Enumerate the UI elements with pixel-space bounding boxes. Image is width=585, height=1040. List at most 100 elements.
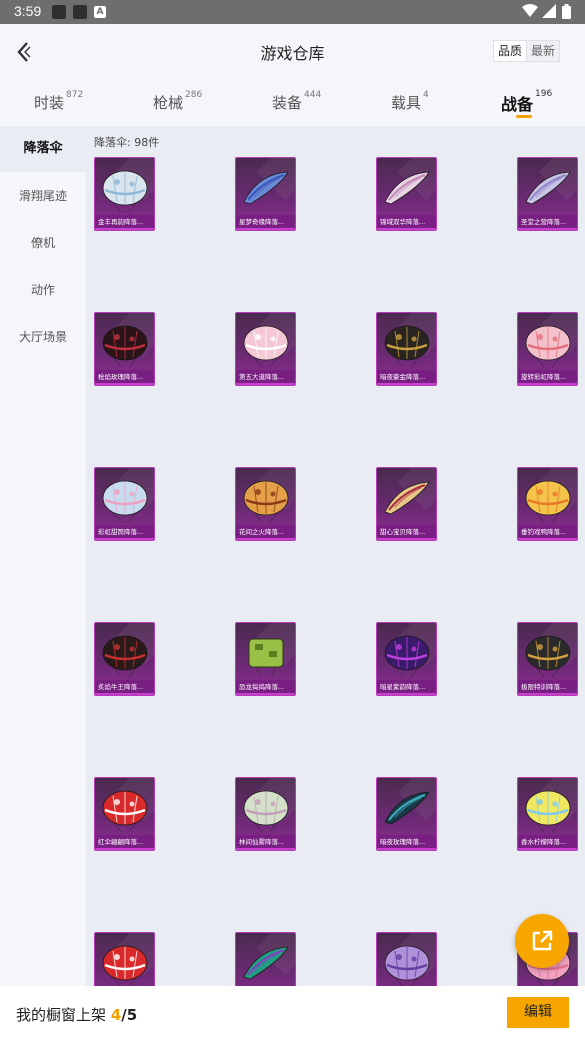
parachute-image: [102, 635, 148, 678]
parachute-item-card[interactable]: 红伞翩翩降落...: [94, 777, 155, 851]
parachute-image: [102, 170, 148, 213]
item-count: 降落伞: 98件: [94, 136, 160, 149]
tab-guns[interactable]: 枪械 286: [153, 90, 203, 113]
parachute-item-card[interactable]: 旋转彩虹降落...: [517, 312, 578, 386]
tab-label: 枪械: [153, 94, 184, 112]
parachute-image: [243, 325, 289, 368]
rarity-bar: [236, 228, 295, 230]
share-fab[interactable]: [515, 914, 569, 968]
parachute-item-card[interactable]: 恐龙捣捣降落...: [235, 622, 296, 696]
tab-vehicles[interactable]: 载具 4: [391, 90, 429, 113]
parachute-image: [243, 946, 289, 980]
rarity-bar: [236, 383, 295, 385]
sort-latest-button[interactable]: 最新: [527, 41, 560, 61]
status-bar: 3:59 A: [0, 0, 585, 24]
parachute-image: [525, 635, 571, 678]
parachute-item-card[interactable]: 暗夜豪金降落...: [376, 312, 437, 386]
category-tabs: 时装 872 枪械 286 装备 444 载具 4 战备196: [0, 80, 585, 126]
sidebar-item-wingman[interactable]: 僚机: [0, 220, 86, 266]
parachute-item-card[interactable]: 彩虹甜筒降落...: [94, 467, 155, 541]
parachute-image: [102, 790, 148, 833]
sidebar-item-lobby-scene[interactable]: 大厅场景: [0, 314, 86, 360]
tab-count: 444: [304, 90, 322, 100]
parachute-item-card[interactable]: 枪焰玫瑰降落...: [94, 312, 155, 386]
parachute-image: [248, 638, 284, 676]
parachute-image: [384, 635, 430, 678]
rarity-bar: [236, 848, 295, 850]
parachute-item-card[interactable]: 圣堂之营降落...: [517, 157, 578, 231]
parachute-image: [243, 790, 289, 833]
signal-icon: [542, 4, 556, 18]
rarity-bar: [518, 228, 577, 230]
share-external-icon: [532, 930, 553, 951]
parachute-item-card[interactable]: 第五大道降落...: [235, 312, 296, 386]
tab-label: 装备: [272, 94, 303, 112]
showcase-label: 我的橱窗上架 4/5: [16, 1004, 137, 1025]
parachute-image: [384, 791, 430, 825]
rarity-bar: [95, 383, 154, 385]
rarity-bar: [518, 693, 577, 695]
rarity-bar: [377, 538, 436, 540]
a-icon: A: [94, 6, 106, 18]
tab-label: 战备: [501, 95, 534, 114]
parachute-item-card[interactable]: 花间之火降落...: [235, 467, 296, 541]
parachute-item-card[interactable]: 极限特训降落...: [517, 622, 578, 696]
rarity-bar: [377, 848, 436, 850]
notification-icon: [52, 5, 66, 19]
parachute-item-card[interactable]: 暗星紫韵降落...: [376, 622, 437, 696]
edit-button[interactable]: 编辑: [507, 997, 569, 1028]
parachute-item-card[interactable]: 香水柠檬降落...: [517, 777, 578, 851]
battery-icon: [562, 4, 571, 19]
sidebar-item-parachute[interactable]: 降落伞: [0, 126, 86, 172]
parachute-item-card[interactable]: 星梦奇缘降落...: [235, 157, 296, 231]
tab-count: 196: [535, 89, 553, 99]
parachute-image: [243, 480, 289, 523]
sort-quality-button[interactable]: 品质: [494, 41, 528, 61]
status-time: 3:59: [14, 3, 42, 19]
parachute-image: [525, 171, 571, 205]
rarity-bar: [518, 538, 577, 540]
active-tab-indicator: [516, 115, 532, 118]
showcase-text: 我的橱窗上架: [16, 1006, 107, 1024]
rarity-bar: [236, 693, 295, 695]
showcase-total-count: /5: [121, 1006, 138, 1024]
parachute-image: [525, 790, 571, 833]
parachute-image: [384, 171, 430, 205]
sidebar: 降落伞 滑翔尾迹 僚机 动作 大厅场景: [0, 126, 86, 986]
parachute-item-card[interactable]: 炙焰牛王降落...: [94, 622, 155, 696]
sidebar-item-emote[interactable]: 动作: [0, 267, 86, 313]
sidebar-item-glide-trail[interactable]: 滑翔尾迹: [0, 173, 86, 219]
tab-label: 时装: [34, 94, 65, 112]
item-grid: 降落伞: 98件 金丰再韵降落... 星梦奇缘降落... 锦域双华降落... 圣…: [86, 126, 585, 986]
tab-label: 载具: [391, 94, 422, 112]
rarity-bar: [236, 538, 295, 540]
parachute-image: [384, 325, 430, 368]
rarity-bar: [518, 848, 577, 850]
tab-equipment[interactable]: 装备 444: [272, 90, 322, 113]
parachute-item-card[interactable]: 暗夜玫瑰降落...: [376, 777, 437, 851]
parachute-item-card[interactable]: 垂钓戏鸭降落...: [517, 467, 578, 541]
showcase-current-count: 4: [110, 1006, 122, 1024]
parachute-item-card[interactable]: 金丰再韵降落...: [94, 157, 155, 231]
sort-toggle: 品质 最新: [493, 40, 561, 62]
rarity-bar: [518, 383, 577, 385]
tab-count: 286: [185, 90, 203, 100]
notification-icon: [73, 5, 87, 19]
parachute-item-card[interactable]: 锦域双华降落...: [376, 157, 437, 231]
parachute-item-card[interactable]: [94, 932, 155, 986]
parachute-image: [102, 945, 148, 986]
tab-count: 872: [66, 90, 84, 100]
parachute-item-card[interactable]: 甜心宝贝降落...: [376, 467, 437, 541]
header: 游戏仓库 品质 最新: [0, 24, 585, 80]
parachute-item-card[interactable]: [376, 932, 437, 986]
tab-combat-gear[interactable]: 战备196: [501, 89, 553, 118]
parachute-item-card[interactable]: 林间仙雾降落...: [235, 777, 296, 851]
parachute-item-card[interactable]: [235, 932, 296, 986]
rarity-bar: [377, 693, 436, 695]
rarity-bar: [95, 848, 154, 850]
rarity-bar: [95, 228, 154, 230]
parachute-image: [384, 945, 430, 986]
showcase-footer: 我的橱窗上架 4/5 编辑: [0, 986, 585, 1040]
parachute-image: [102, 480, 148, 523]
tab-fashion[interactable]: 时装 872: [34, 90, 84, 113]
